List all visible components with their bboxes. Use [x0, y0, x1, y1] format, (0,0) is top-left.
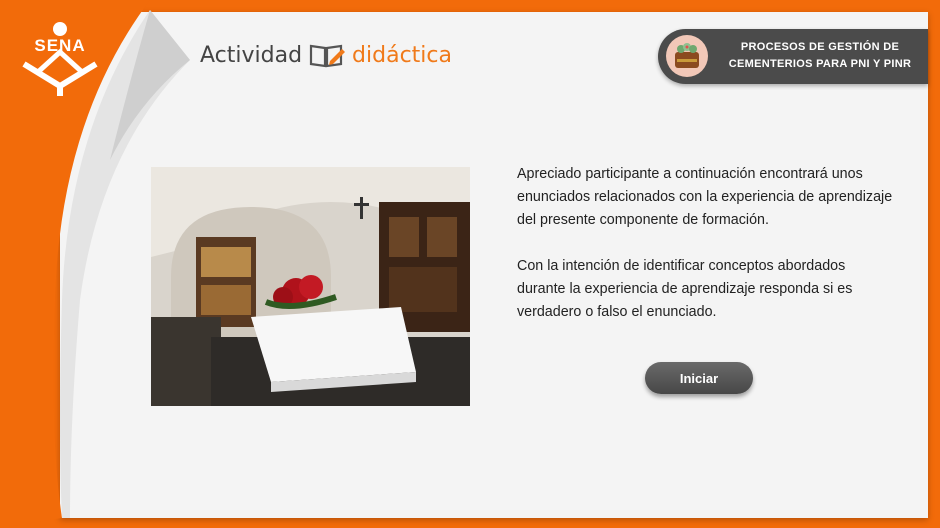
page-title: Actividad didáctica [200, 42, 452, 68]
instructions-paragraph-2: Con la intención de identificar concepto… [517, 258, 853, 320]
title-word-activity: Actividad [200, 42, 303, 68]
instructions: Apreciado participante a continuación en… [517, 163, 897, 347]
church-coffin-photo [151, 167, 470, 406]
title-word-didactic: didáctica [352, 42, 452, 68]
course-title-line1: PROCESOS DE GESTIÓN DE [740, 41, 900, 53]
coffin-flowers-icon [666, 35, 708, 77]
instructions-paragraph-1: Apreciado participante a continuación en… [517, 166, 893, 228]
course-title: PROCESOS DE GESTIÓN DE CEMENTERIOS PARA … [716, 39, 924, 73]
course-title-line2: CEMENTERIOS PARA PNI Y PINR [728, 58, 912, 70]
sena-logo: SENA [18, 22, 102, 98]
start-button[interactable]: Iniciar [645, 362, 753, 394]
activity-screen: SENA Actividad didáctica PROCESOS DE GES… [0, 0, 940, 528]
course-badge: PROCESOS DE GESTIÓN DE CEMENTERIOS PARA … [658, 29, 928, 84]
sena-logo-text: SENA [34, 36, 86, 55]
book-pencil-icon [309, 44, 346, 68]
